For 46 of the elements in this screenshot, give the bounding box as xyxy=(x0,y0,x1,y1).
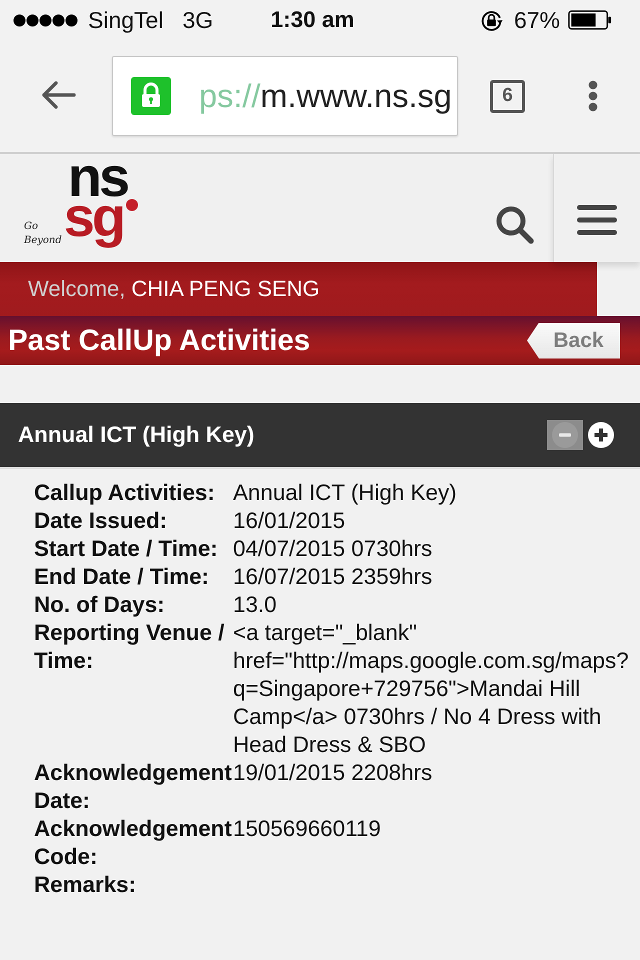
field-label: Callup Activities: xyxy=(34,479,216,507)
logo-tagline: Go xyxy=(24,220,40,234)
back-button[interactable]: Back xyxy=(527,322,620,358)
clock-time: 1:30 am xyxy=(270,7,354,33)
field-label: End Date / Time: xyxy=(34,563,210,591)
lock-icon xyxy=(131,77,171,115)
battery-icon xyxy=(568,10,612,30)
field-value: 19/01/2015 2208hrs xyxy=(233,759,434,787)
logo-wordmark: sg xyxy=(64,197,124,250)
minus-icon xyxy=(552,422,578,448)
field-label: Reporting Venue / Time: xyxy=(34,619,226,675)
back-arrow-icon[interactable] xyxy=(40,80,76,110)
field-label: Remarks: xyxy=(34,871,138,899)
dot-icon xyxy=(126,199,138,211)
field-value: 150569660119 xyxy=(233,815,382,843)
url-text: ps://m.www.ns.sg xyxy=(199,78,452,114)
field-value: 16/07/2015 2359hrs xyxy=(233,563,434,591)
field-label: Date Issued: xyxy=(34,507,168,535)
search-icon[interactable] xyxy=(495,205,535,245)
field-value: Annual ICT (High Key) xyxy=(233,479,458,507)
field-value: 16/01/2015 xyxy=(233,507,346,535)
battery-percentage: 67% xyxy=(514,6,560,34)
field-value: 13.0 xyxy=(233,591,278,619)
logo-tagline: Beyond xyxy=(24,234,62,248)
tab-switcher-button[interactable]: 6 xyxy=(490,80,525,112)
more-options-icon[interactable] xyxy=(588,80,598,112)
user-name: CHIA PENG SENG xyxy=(131,276,320,302)
menu-button[interactable] xyxy=(553,154,640,262)
signal-strength-icon xyxy=(13,14,79,26)
carrier-name: SingTel xyxy=(88,6,164,34)
section-title: Annual ICT (High Key) xyxy=(18,422,256,448)
field-value: <a target="_blank" href="http://maps.google.com.sg/maps?q=Singapore+729756">Mandai Hill Camp</a> 0730hrs / No 4 Dress with Head Dress & SBO xyxy=(233,619,630,759)
menu-icon xyxy=(577,205,617,235)
page-title: Past CallUp Activities xyxy=(8,324,310,358)
network-type: 3G xyxy=(182,6,214,34)
field-label: Acknowledgement Date: xyxy=(34,759,233,815)
rotation-lock-icon xyxy=(480,8,503,32)
plus-icon[interactable] xyxy=(588,422,614,448)
welcome-text: Welcome, xyxy=(28,276,126,302)
field-value: 04/07/2015 0730hrs xyxy=(233,535,434,563)
collapse-button[interactable] xyxy=(547,420,583,450)
field-label: Start Date / Time: xyxy=(34,535,219,563)
field-label: Acknowledgement Code: xyxy=(34,815,233,871)
field-label: No. of Days: xyxy=(34,591,166,619)
address-bar[interactable]: ps://m.www.ns.sg xyxy=(112,56,458,136)
logo-wordmark: ns xyxy=(68,157,128,197)
